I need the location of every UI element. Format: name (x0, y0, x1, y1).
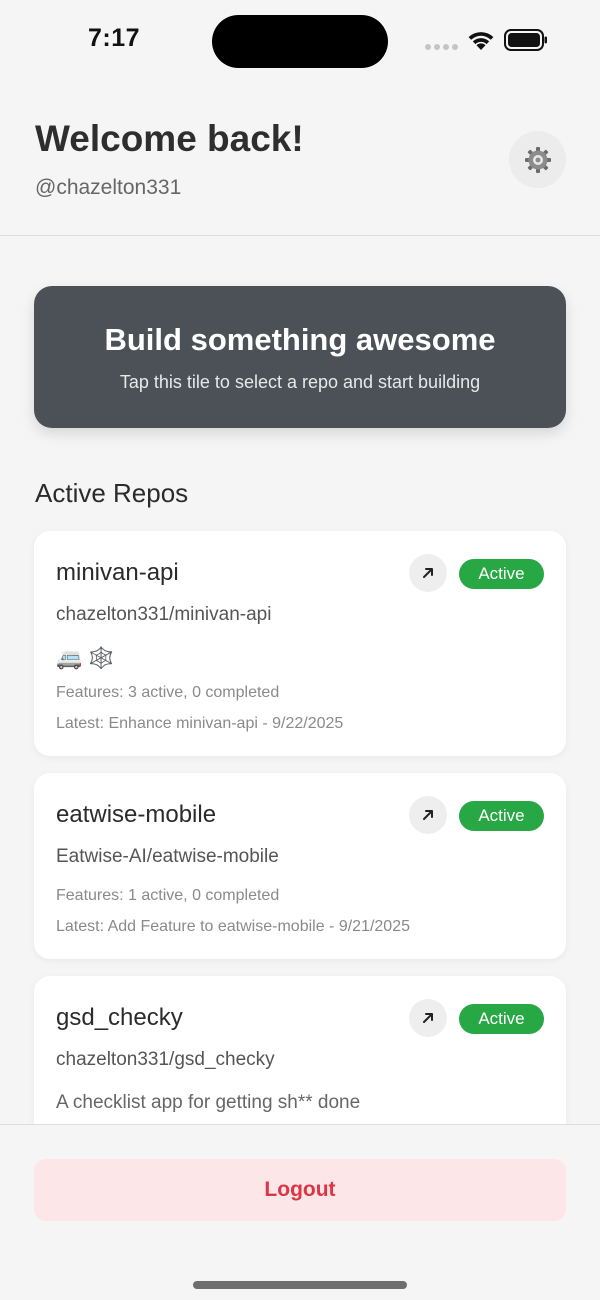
build-tile-subtitle: Tap this tile to select a repo and start… (119, 372, 481, 392)
repo-name: gsd_checky (56, 1004, 183, 1031)
home-indicator[interactable] (193, 1281, 407, 1289)
status-badge: Active (459, 1004, 544, 1034)
spider-web-emoji-icon: 🕸️ (88, 647, 115, 670)
arrow-up-right-icon (423, 568, 433, 578)
status-time: 7:17 (88, 24, 141, 52)
repo-latest: Latest: Enhance minivan-api - 9/22/2025 (56, 715, 344, 732)
battery-icon (504, 29, 547, 51)
repo-name: eatwise-mobile (56, 801, 217, 828)
repo-full-name: chazelton331/minivan-api (56, 604, 272, 625)
repo-card-eatwise-mobile[interactable]: eatwise-mobile Active Eatwise-AI/eatwise… (34, 773, 566, 959)
gear-icon (524, 146, 551, 173)
logout-button[interactable]: Logout (34, 1159, 566, 1221)
repo-features: Features: 1 active, 0 completed (56, 887, 280, 904)
repo-latest: Latest: Add Feature to eatwise-mobile - … (56, 918, 410, 935)
repo-emojis: 🚐 🕸️ (56, 645, 114, 673)
dynamic-island (212, 15, 388, 68)
arrow-up-right-icon (423, 1013, 433, 1023)
status-badge: Active (459, 559, 544, 589)
repo-name: minivan-api (56, 559, 179, 586)
bottom-bar: Logout (0, 1124, 600, 1300)
status-bar: 7:17 (0, 0, 600, 84)
minivan-emoji-icon: 🚐 (56, 647, 83, 670)
repo-features: Features: 3 active, 0 completed (56, 684, 280, 701)
section-title: Active Repos (35, 478, 189, 508)
settings-button[interactable] (509, 131, 566, 188)
build-tile[interactable]: Build something awesome Tap this tile to… (34, 286, 566, 428)
repo-full-name: Eatwise-AI/eatwise-mobile (56, 846, 279, 867)
open-repo-button[interactable] (409, 796, 447, 834)
page-title: Welcome back! (35, 118, 304, 159)
arrow-up-right-icon (423, 810, 433, 820)
repo-full-name: chazelton331/gsd_checky (56, 1049, 275, 1070)
header: Welcome back! @chazelton331 (0, 84, 600, 236)
repo-card-minivan-api[interactable]: minivan-api Active chazelton331/minivan-… (34, 531, 566, 756)
cellular-signal-icon (425, 44, 458, 50)
wifi-icon (468, 32, 494, 50)
open-repo-button[interactable] (409, 999, 447, 1037)
build-tile-title: Build something awesome (104, 322, 496, 357)
app-screen: 7:17 Welcome back! @chazelton331 Build s… (0, 0, 600, 1300)
status-badge: Active (459, 801, 544, 831)
repo-description: A checklist app for getting sh** done (56, 1092, 361, 1113)
username: @chazelton331 (35, 176, 182, 199)
open-repo-button[interactable] (409, 554, 447, 592)
